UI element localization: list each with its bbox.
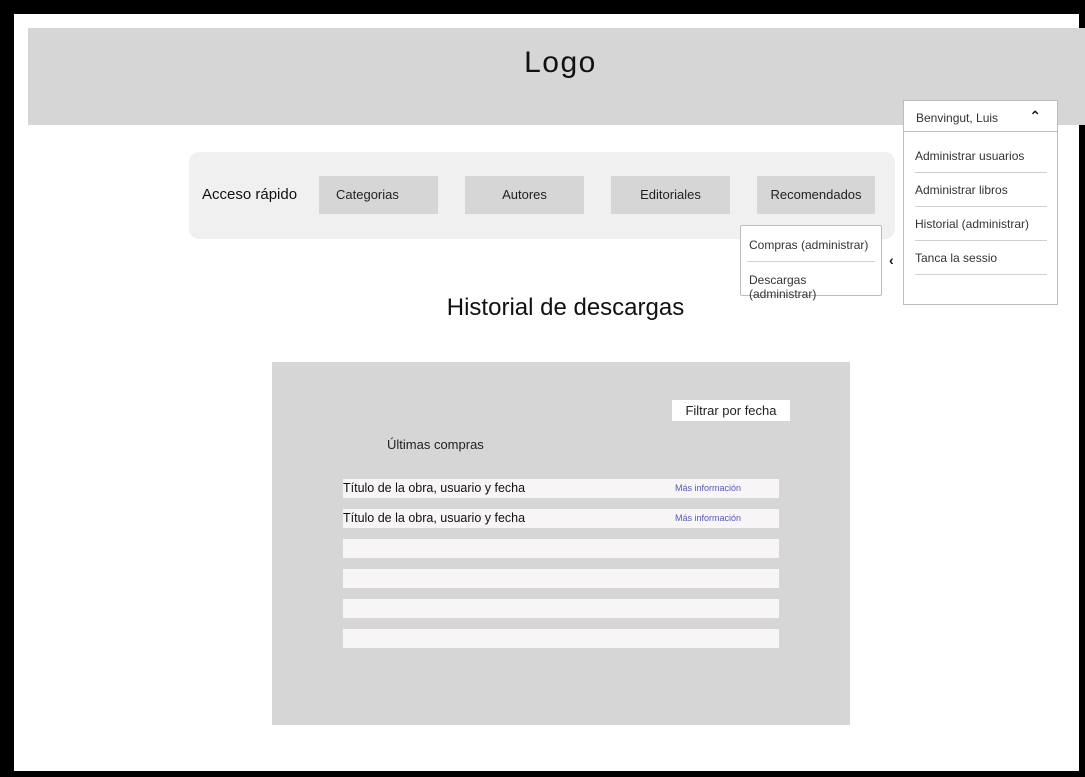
- page-title: Historial de descargas: [446, 294, 685, 321]
- categorias-button[interactable]: Categorias: [319, 176, 438, 214]
- quick-access-label: Acceso rápido: [202, 186, 298, 203]
- table-row: [343, 599, 779, 618]
- more-info-link[interactable]: Más información: [675, 513, 741, 523]
- recent-purchases-label: Últimas compras: [387, 437, 484, 452]
- menu-item-tanca-la-sessio[interactable]: Tanca la sessio: [915, 241, 1047, 275]
- more-info-link[interactable]: Más información: [675, 483, 741, 493]
- editoriales-button[interactable]: Editoriales: [611, 176, 730, 214]
- submenu-divider: [747, 261, 875, 262]
- autores-button[interactable]: Autores: [465, 176, 584, 214]
- user-menu-dropdown: Benvingut, Luis ⌃ Administrar usuarios A…: [903, 100, 1058, 305]
- chevron-up-icon: ⌃: [1029, 108, 1041, 124]
- table-row: [343, 539, 779, 558]
- downloads-panel: Filtrar por fecha Últimas compras Título…: [272, 362, 850, 725]
- table-row: Título de la obra, usuario y fecha Más i…: [343, 509, 779, 528]
- historial-submenu: Compras (administrar) Descargas (adminis…: [740, 225, 882, 301]
- page-canvas: Logo Benvingut, Luis ⌃ Administrar usuar…: [28, 28, 1085, 777]
- filter-by-date-button[interactable]: Filtrar por fecha: [672, 400, 790, 421]
- table-row: [343, 629, 779, 648]
- menu-item-administrar-libros[interactable]: Administrar libros: [915, 173, 1047, 207]
- user-menu-button[interactable]: Benvingut, Luis ⌃: [904, 101, 1057, 132]
- table-row: [343, 569, 779, 588]
- menu-item-administrar-usuarios[interactable]: Administrar usuarios: [915, 139, 1047, 173]
- submenu-item-compras[interactable]: Compras (administrar): [749, 238, 873, 252]
- user-name: Benvingut, Luis: [916, 111, 999, 125]
- logo[interactable]: Logo: [28, 46, 1085, 80]
- recomendados-button[interactable]: Recomendados: [757, 176, 875, 214]
- menu-item-historial-administrar[interactable]: Historial (administrar): [915, 207, 1047, 241]
- row-title: Título de la obra, usuario y fecha: [343, 481, 526, 495]
- chevron-left-icon: ‹: [889, 252, 894, 268]
- row-title: Título de la obra, usuario y fecha: [343, 511, 526, 525]
- table-row: Título de la obra, usuario y fecha Más i…: [343, 479, 779, 498]
- window-frame: Logo Benvingut, Luis ⌃ Administrar usuar…: [0, 0, 1085, 777]
